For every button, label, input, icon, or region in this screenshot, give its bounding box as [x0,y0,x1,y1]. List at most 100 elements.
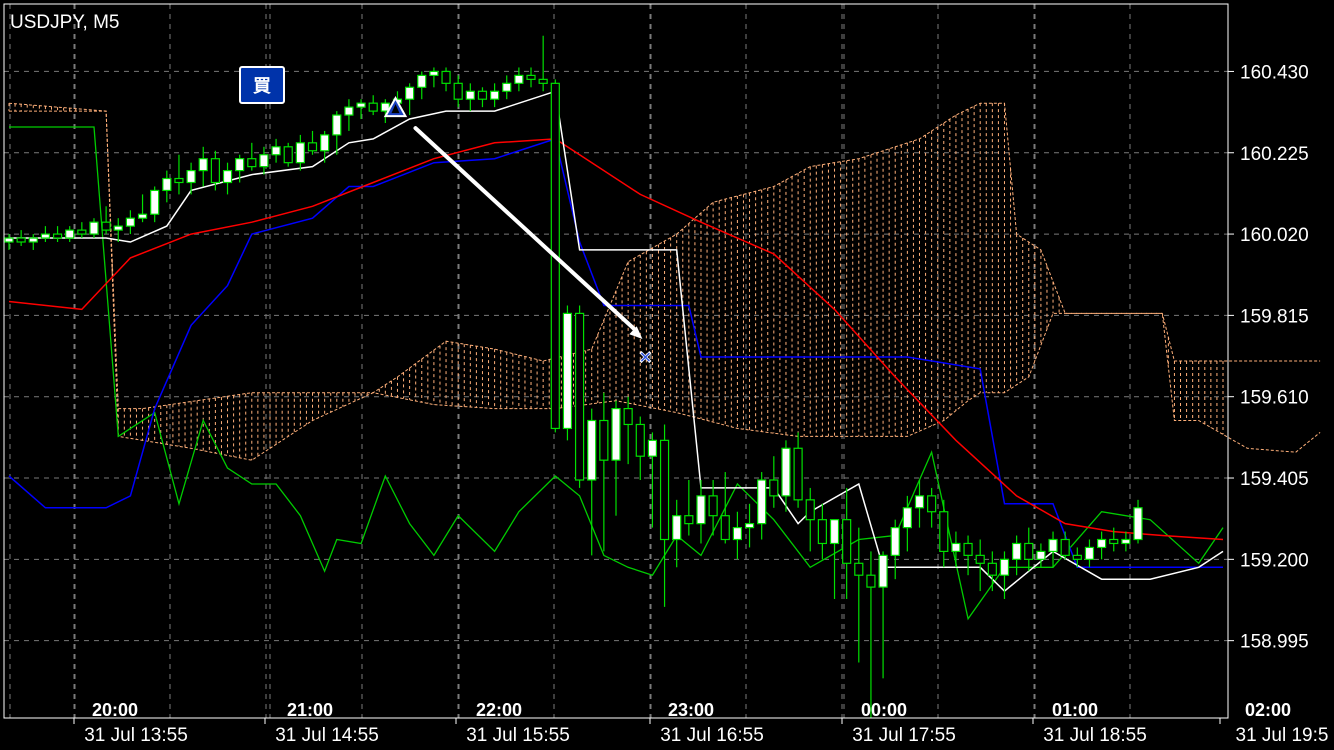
candle-body [405,86,415,100]
candle-body [975,554,985,564]
candle-body [247,158,257,168]
time-label-bottom: 31 Jul 16:55 [660,725,764,746]
candle-body [16,237,26,243]
candle-body [708,495,718,517]
candle-body [659,439,670,541]
time-label-top: 20:00 [92,700,138,720]
candle-body [1133,507,1143,541]
candle-body [757,479,767,525]
candle-body [162,177,172,192]
candle-body [210,158,220,184]
candle-body [732,526,743,541]
candle-body [611,408,621,461]
candle-body [295,142,305,164]
time-label-bottom: 31 Jul 13:55 [84,725,188,746]
candle-body [769,479,779,497]
symbol-label: USDJPY, M5 [10,12,119,33]
candle-body [320,134,330,152]
time-label-top: 23:00 [668,700,714,720]
candle-body [963,542,973,556]
candle-body [1109,538,1119,545]
candle-body [890,526,900,556]
chart-background [0,0,1334,750]
candle-body [77,229,87,235]
time-label-top: 22:00 [476,700,522,720]
candle-body [562,312,573,430]
candle-body [490,90,500,100]
candle-body [1048,538,1058,552]
candle-body [902,507,912,529]
candle-body [939,511,949,553]
candle-body [1121,538,1131,545]
time-label-bottom: 31 Jul 14:55 [275,725,379,746]
candle-body [817,519,827,545]
candle-body [344,106,354,116]
price-tick-label: 160.225 [1240,144,1309,165]
candle-body [283,146,293,164]
candle-body [951,542,961,553]
candle-body [635,423,645,457]
candle-body [842,519,852,564]
price-tick-label: 160.020 [1240,225,1309,246]
candle-body [805,499,815,521]
candle-body [271,146,281,156]
time-label-top: 21:00 [287,700,333,720]
candle-body [28,237,38,243]
candle-body [40,233,51,239]
candle-body [781,447,791,497]
candle-body [1060,538,1070,556]
price-tick-label: 159.200 [1240,550,1309,571]
time-label-bottom: 31 Jul 19:5 [1236,725,1329,746]
candle-body [52,233,63,239]
candle-body [854,562,864,576]
buy-badge-label: 買 [253,76,271,96]
candle-body [574,312,585,481]
price-chart[interactable]: 買 160.430 160.225 160.020 159.815 159.610 159… [0,0,1334,750]
candle-body [587,419,597,481]
candle-body [4,237,14,243]
candle-body [65,229,75,239]
candle-body [914,495,925,509]
time-label-bottom: 31 Jul 18:55 [1043,725,1147,746]
candle [574,305,585,488]
candle-body [429,70,439,77]
candle-body [441,70,451,84]
price-tick-label: 160.430 [1240,62,1309,83]
candle-body [793,447,803,501]
time-label-top: 01:00 [1052,700,1098,720]
candle-body [1084,546,1095,560]
time-label-top: 00:00 [861,700,907,720]
candle-body [502,82,512,92]
candle-body [417,74,427,88]
candle-body [514,74,524,84]
candle-body [89,221,99,235]
candle-body [720,515,730,541]
price-tick-label: 159.610 [1240,388,1309,409]
candle-body [101,221,111,231]
buy-order-badge[interactable]: 買 [239,66,285,104]
candle-body [1096,538,1107,549]
candle-body [829,519,840,545]
candle-body [672,515,682,541]
candle-body [477,90,488,100]
candle-body [538,78,548,84]
candle-body [866,574,876,588]
candle-body [125,217,136,227]
candle-body [1036,550,1046,560]
candle-body [368,102,378,112]
candle-body [623,408,633,426]
time-label-bottom: 31 Jul 15:55 [466,725,570,746]
candle-body [174,177,184,184]
candle-body [137,213,148,219]
price-tick-label: 159.815 [1240,306,1309,327]
candle [283,142,293,167]
candle-body [259,154,269,168]
candle-body [1072,554,1082,560]
candle-body [599,419,609,461]
candle-body [186,170,196,184]
candle-body [465,90,475,100]
candle-body [999,558,1010,576]
candle-body [696,495,706,525]
candle [562,305,573,441]
candle-body [235,158,245,172]
